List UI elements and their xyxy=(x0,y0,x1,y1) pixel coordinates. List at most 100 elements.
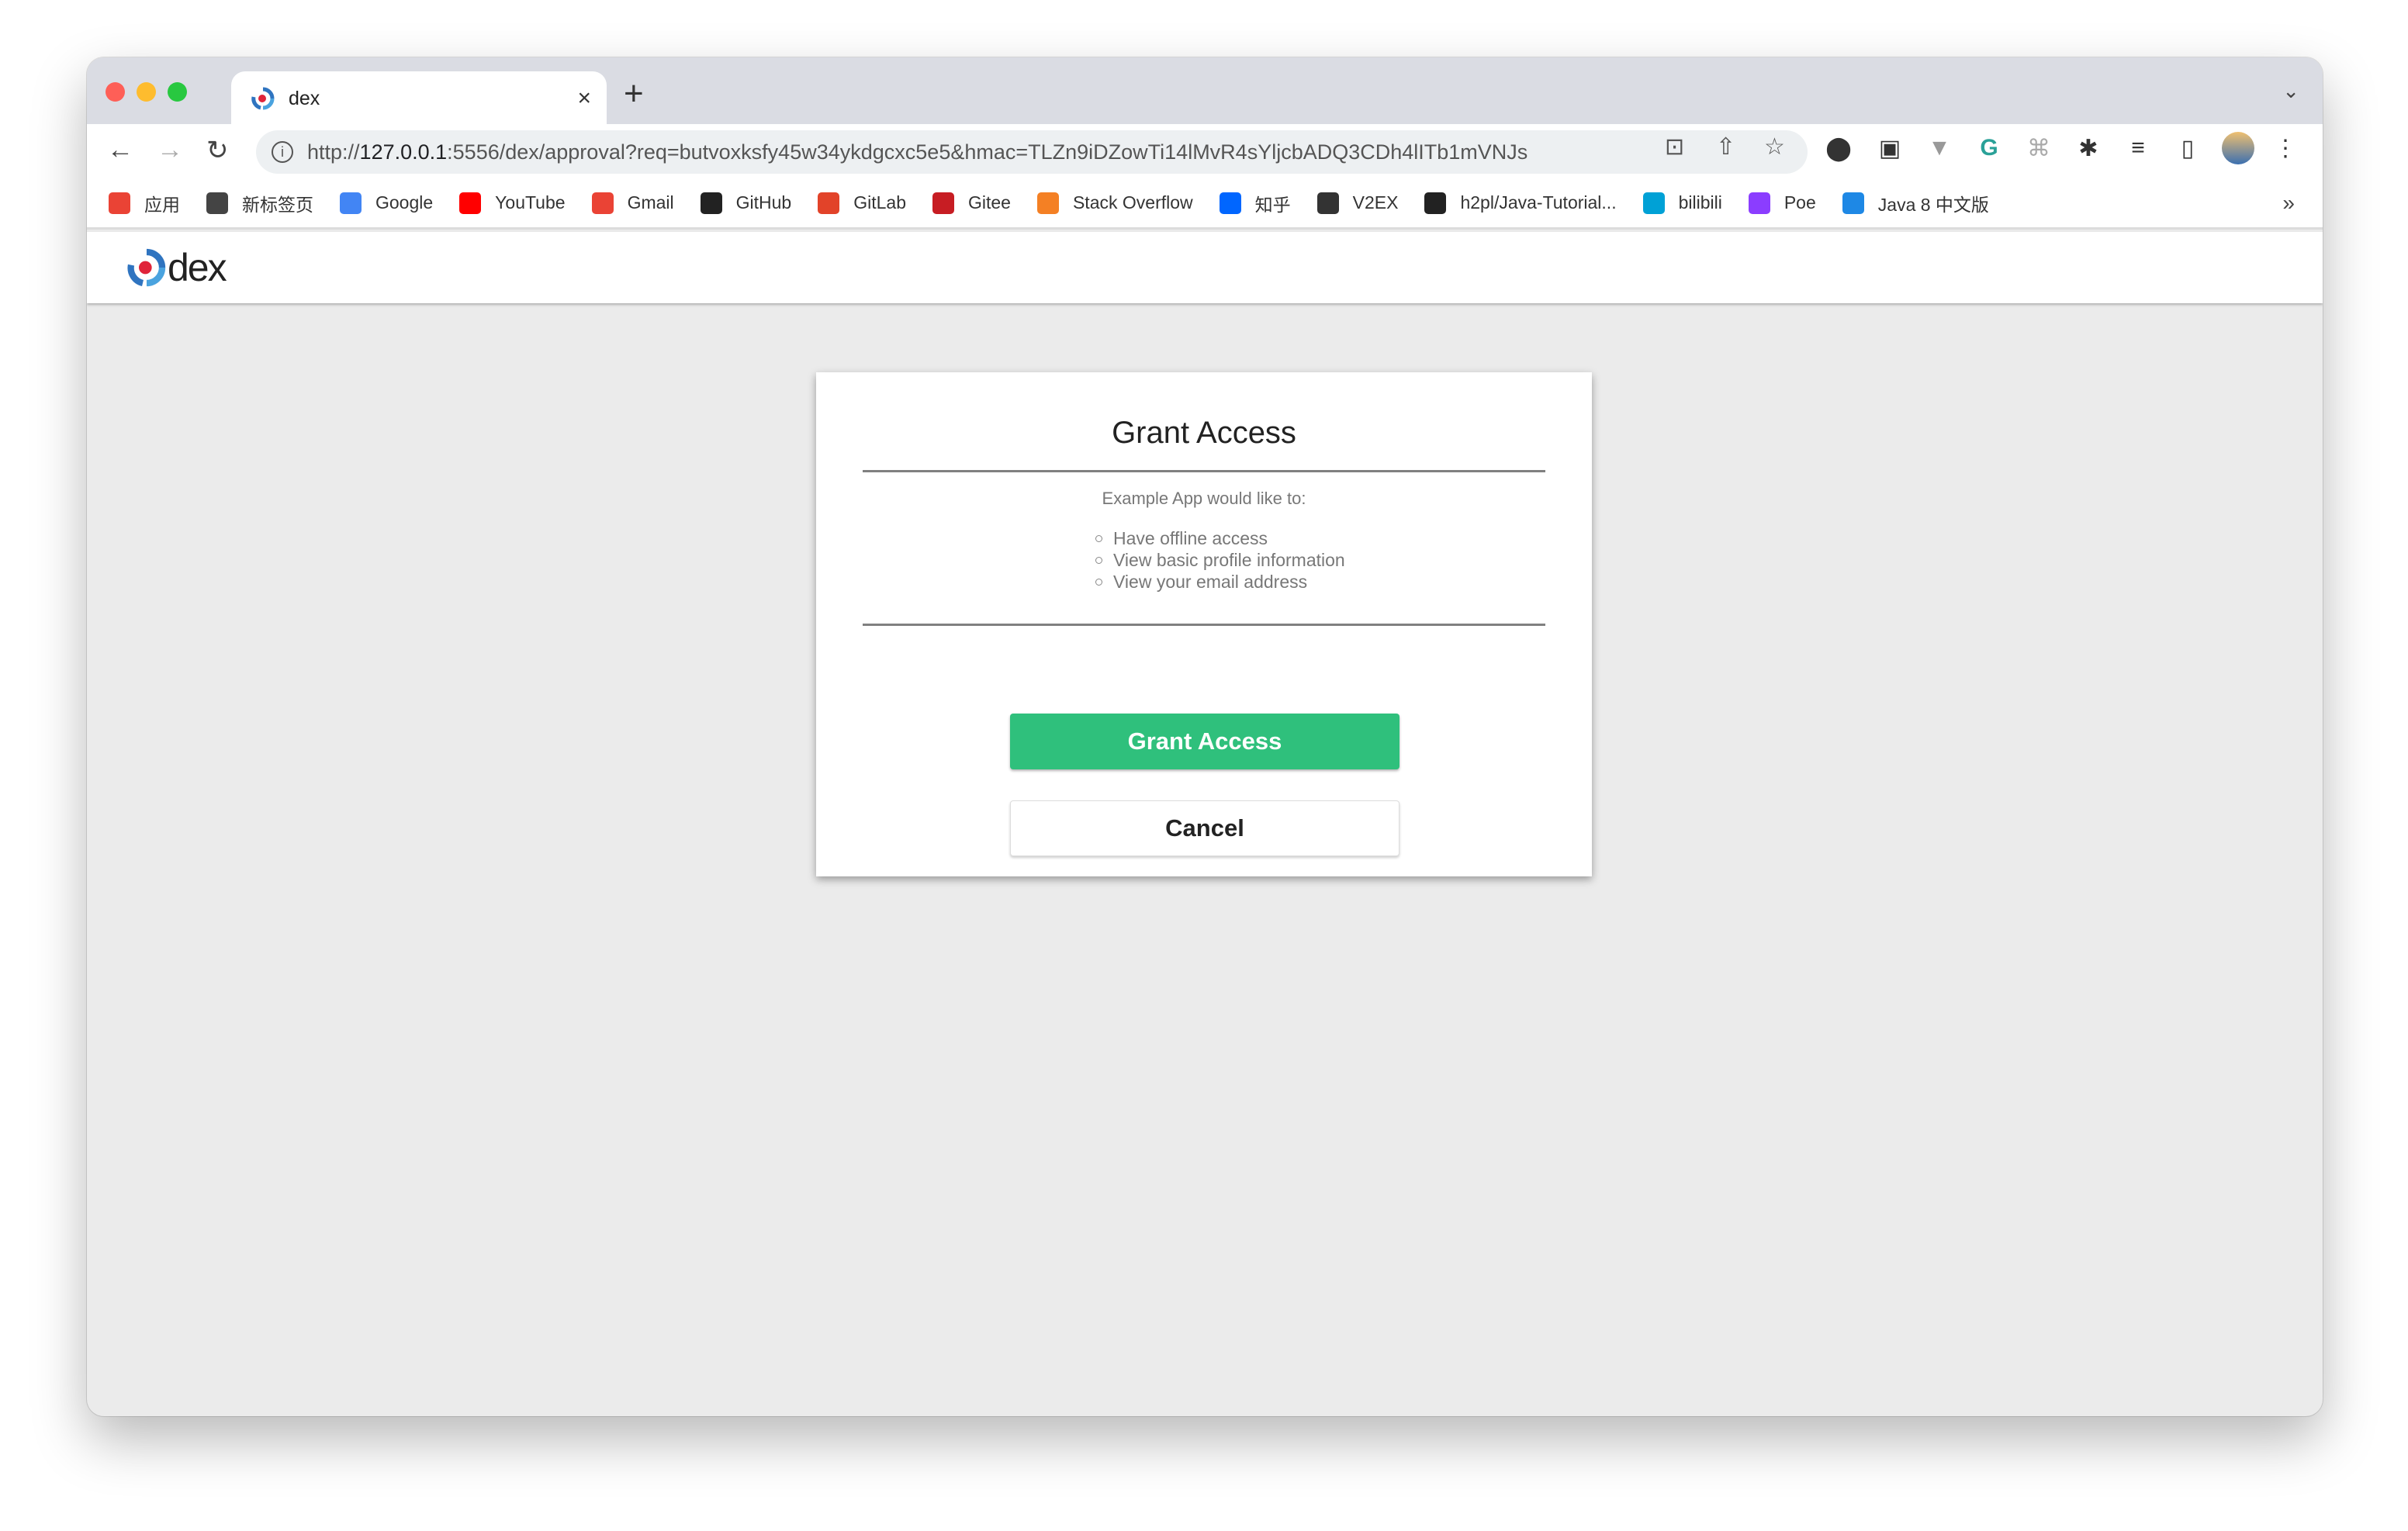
bookmark-label: Gmail xyxy=(627,192,674,213)
bookmark-item[interactable]: 新标签页 xyxy=(206,190,313,216)
bookmark-label: GitLab xyxy=(853,192,906,213)
dex-logo[interactable]: dex xyxy=(127,245,227,290)
gitlab-icon xyxy=(818,192,840,214)
translate-icon[interactable]: ⊡ xyxy=(1665,133,1684,161)
extensions-puzzle-icon[interactable]: ✱ xyxy=(2074,135,2102,162)
extension-vue-icon[interactable]: ▼ xyxy=(1925,135,1953,161)
tab-dex[interactable]: dex × xyxy=(231,71,607,126)
gmail-icon xyxy=(591,192,614,214)
scope-label: View your email address xyxy=(1113,572,1308,592)
divider xyxy=(863,624,1545,626)
profile-avatar[interactable] xyxy=(2222,132,2254,164)
bookmark-star-icon[interactable]: ☆ xyxy=(1764,133,1785,161)
bookmark-item[interactable]: YouTube xyxy=(459,192,566,214)
bookmark-item[interactable]: Poe xyxy=(1748,192,1816,214)
bookmark-item[interactable]: 应用 xyxy=(109,190,180,216)
scope-list: Have offline access View basic profile i… xyxy=(1095,527,1345,593)
bookmark-item[interactable]: Google xyxy=(340,192,433,214)
extension-circle-icon[interactable]: ⬤ xyxy=(1825,135,1853,162)
java-icon xyxy=(1842,192,1864,214)
gitee-icon xyxy=(932,192,954,214)
bilibili-icon xyxy=(1642,192,1665,214)
github-icon xyxy=(1424,192,1447,214)
bookmark-item[interactable]: GitHub xyxy=(700,192,792,214)
extension-square-icon[interactable]: ▣ xyxy=(1876,135,1904,162)
scope-item: View your email address xyxy=(1095,571,1345,593)
bookmark-label: bilibili xyxy=(1678,192,1722,213)
bookmarks-bar: 应用 新标签页 Google YouTube Gmail GitHub GitLab Gite… xyxy=(87,178,2323,230)
grant-access-button[interactable]: Grant Access xyxy=(1010,714,1399,769)
apps-grid-icon xyxy=(109,192,130,214)
forward-arrow-icon[interactable]: → xyxy=(157,135,183,165)
chrome-menu-icon[interactable]: ⋮ xyxy=(2271,135,2299,162)
v2ex-icon xyxy=(1316,192,1339,214)
bookmark-label: Java 8 中文版 xyxy=(1877,194,1989,215)
new-tab-button[interactable]: + xyxy=(624,74,644,113)
url-path: :5556/dex/approval?req=butvoxksfy45w34yk… xyxy=(447,140,1528,164)
bookmark-label: V2EX xyxy=(1352,192,1399,213)
page-title: Grant Access xyxy=(1112,416,1296,450)
minimize-window-button[interactable] xyxy=(137,82,156,102)
github-icon xyxy=(700,192,722,214)
address-bar[interactable]: i http://127.0.0.1:5556/dex/approval?req… xyxy=(256,130,1808,174)
close-window-button[interactable] xyxy=(106,82,125,102)
url-host: 127.0.0.1 xyxy=(359,140,448,164)
bullet-icon xyxy=(1095,556,1102,564)
url-scheme: http:// xyxy=(307,140,360,164)
url-text[interactable]: http://127.0.0.1:5556/dex/approval?req=b… xyxy=(307,140,1527,164)
browser-window: dex × + ⌄ ← → ↻ i http://127.0.0.1:5556/… xyxy=(87,57,2323,1416)
bookmark-item[interactable]: Gmail xyxy=(591,192,674,214)
bullet-icon xyxy=(1095,578,1102,586)
bookmark-item[interactable]: Stack Overflow xyxy=(1036,192,1193,214)
youtube-icon xyxy=(459,192,482,214)
bookmark-label: Gitee xyxy=(967,192,1011,213)
side-panel-icon[interactable]: ▯ xyxy=(2174,135,2202,162)
scope-label: Have offline access xyxy=(1113,528,1268,548)
reading-list-icon[interactable]: ≡ xyxy=(2124,135,2152,161)
bookmarks-overflow-button[interactable]: » xyxy=(2282,191,2295,216)
bookmark-label: Poe xyxy=(1784,192,1816,213)
share-icon[interactable]: ⇧ xyxy=(1716,133,1735,161)
stackoverflow-icon xyxy=(1036,192,1059,214)
tab-search-chevron-icon[interactable]: ⌄ xyxy=(2282,79,2299,103)
scope-item: Have offline access xyxy=(1095,527,1345,549)
site-info-icon[interactable]: i xyxy=(272,141,293,163)
extension-gray-icon[interactable]: ⌘ xyxy=(2025,135,2053,162)
approval-subtitle: Example App would like to: xyxy=(1102,489,1306,508)
bookmark-label: Google xyxy=(375,192,434,213)
bookmark-label: 知乎 xyxy=(1254,194,1291,215)
back-arrow-icon[interactable]: ← xyxy=(107,135,133,165)
cancel-button[interactable]: Cancel xyxy=(1010,800,1399,856)
bookmark-label: h2pl/Java-Tutorial... xyxy=(1460,192,1617,213)
dex-header: dex xyxy=(87,232,2323,303)
extension-g-icon[interactable]: G xyxy=(1975,135,2003,161)
poe-icon xyxy=(1748,192,1770,214)
approval-card: Grant Access Example App would like to: … xyxy=(816,372,1592,876)
tab-close-icon[interactable]: × xyxy=(577,85,591,112)
tab-bar: dex × + ⌄ xyxy=(87,57,2323,126)
bookmark-item[interactable]: GitLab xyxy=(818,192,906,214)
bookmark-item[interactable]: Java 8 中文版 xyxy=(1842,190,1989,216)
maximize-window-button[interactable] xyxy=(168,82,187,102)
bookmark-item[interactable]: h2pl/Java-Tutorial... xyxy=(1424,192,1617,214)
tab-title: dex xyxy=(289,87,320,109)
scope-item: View basic profile information xyxy=(1095,549,1345,571)
bookmark-label: GitHub xyxy=(735,192,792,213)
toolbar: ← → ↻ i http://127.0.0.1:5556/dex/approv… xyxy=(87,124,2323,178)
dex-logo-icon xyxy=(127,248,166,287)
bookmark-label: 新标签页 xyxy=(242,194,313,215)
dex-favicon-icon xyxy=(251,87,275,110)
bookmark-label: YouTube xyxy=(495,192,566,213)
bookmark-label: Stack Overflow xyxy=(1072,192,1193,213)
dex-logo-text: dex xyxy=(168,246,227,289)
bookmark-item[interactable]: V2EX xyxy=(1316,192,1399,214)
globe-icon xyxy=(206,192,228,214)
bookmark-label: 应用 xyxy=(144,194,180,215)
divider xyxy=(863,470,1545,472)
scope-label: View basic profile information xyxy=(1113,550,1345,570)
google-icon xyxy=(340,192,362,214)
bookmark-item[interactable]: Gitee xyxy=(932,192,1011,214)
reload-icon[interactable]: ↻ xyxy=(206,135,229,166)
bookmark-item[interactable]: 知乎 xyxy=(1219,190,1291,216)
bookmark-item[interactable]: bilibili xyxy=(1642,192,1722,214)
